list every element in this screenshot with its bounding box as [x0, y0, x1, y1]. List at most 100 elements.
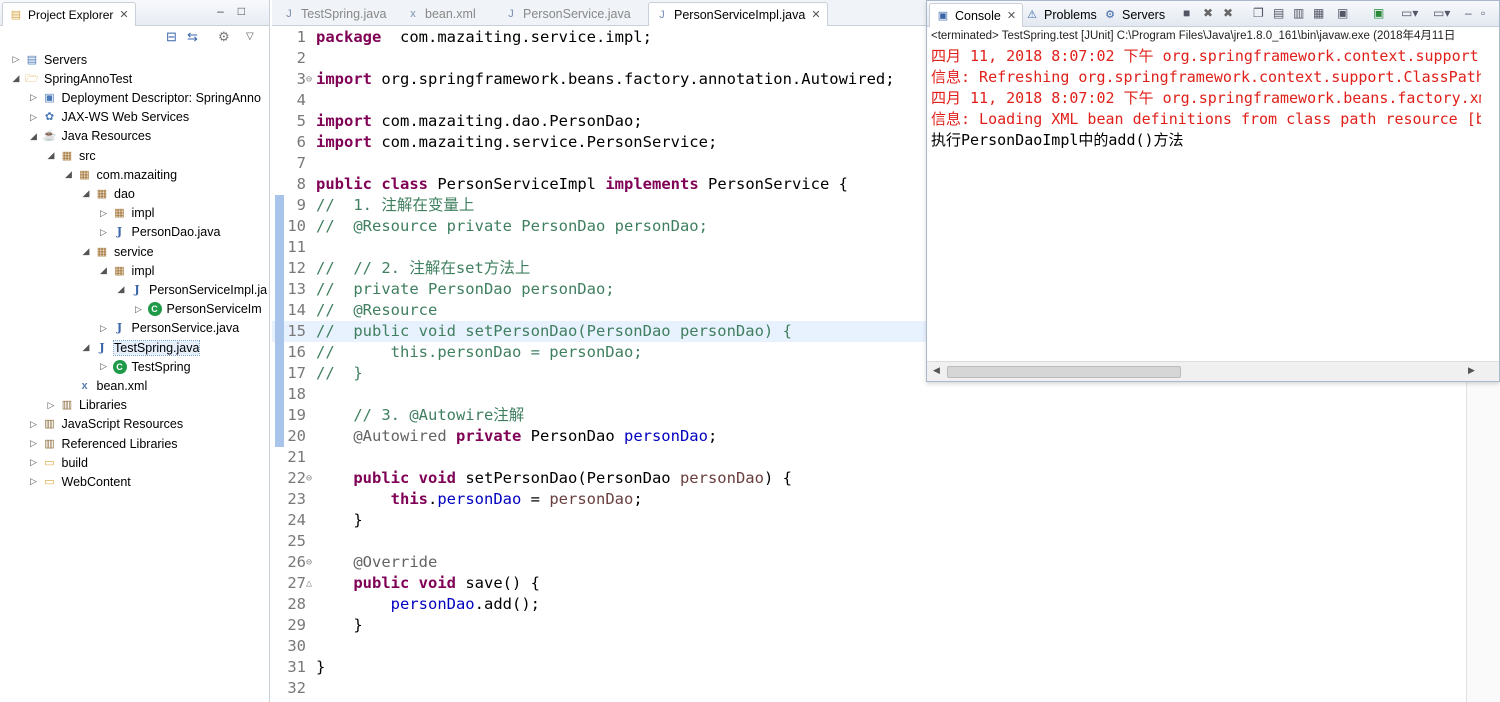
tree-item[interactable]: ◢ ☕ Java Resources — [28, 127, 151, 146]
tree-item[interactable]: ▷ ▭ build — [28, 453, 88, 472]
fold-toggle-icon[interactable]: ⊖ — [306, 69, 312, 90]
expanded-twisty-icon[interactable]: ◢ — [45, 150, 57, 161]
word-wrap-icon[interactable]: ▥ — [1293, 6, 1304, 20]
override-marker-icon[interactable]: △ — [306, 573, 312, 594]
scroll-left-icon[interactable]: ◀ — [933, 365, 940, 376]
display-console-icon[interactable]: ▣ — [1337, 6, 1348, 20]
expanded-twisty-icon[interactable]: ◢ — [28, 131, 40, 142]
minimize-icon[interactable]: – — [1465, 6, 1472, 20]
scroll-right-icon[interactable]: ▶ — [1468, 365, 1475, 376]
code-line: 24 } — [272, 510, 1500, 531]
maximize-icon[interactable]: □ — [238, 4, 259, 18]
tree-item[interactable]: ◢ ▦ dao — [80, 184, 135, 203]
expanded-twisty-icon[interactable]: ◢ — [115, 284, 127, 295]
remove-launch-icon[interactable]: ✖ — [1203, 6, 1213, 20]
link-with-editor-icon[interactable]: ⇆ — [187, 29, 198, 45]
code-line: 29 } — [272, 615, 1500, 636]
display-selected-console-icon[interactable]: ▭▾ — [1401, 6, 1418, 20]
collapsed-twisty-icon[interactable]: ▷ — [10, 54, 22, 65]
editor-tab[interactable]: J PersonServiceImpl.java ✕ — [648, 2, 828, 26]
expanded-twisty-icon[interactable]: ◢ — [80, 188, 92, 199]
tab-project-explorer[interactable]: ▤ Project Explorer ✕ — [2, 2, 136, 26]
tree-item[interactable]: ▷ C PersonServiceIm — [133, 300, 262, 319]
collapse-all-icon[interactable]: ⊟ — [166, 29, 177, 45]
stop-icon[interactable]: ■ — [1183, 6, 1190, 20]
tree-item[interactable]: ▷ ▦ impl — [98, 204, 154, 223]
tree-item[interactable]: ◢ ▦ impl — [98, 261, 154, 280]
tree-item[interactable]: ▷ ▥ Libraries — [45, 396, 127, 415]
explorer-title: Project Explorer — [28, 7, 114, 22]
collapsed-twisty-icon[interactable]: ▷ — [45, 400, 57, 411]
pin-icon[interactable]: ▦ — [1313, 6, 1324, 20]
close-icon[interactable]: ✕ — [1007, 9, 1016, 22]
console-tab[interactable]: ▣ Console ✕ — [929, 3, 1024, 27]
editor-tab[interactable]: J PersonService.java — [498, 2, 637, 26]
collapsed-twisty-icon[interactable]: ▷ — [98, 227, 110, 238]
filter-icon[interactable]: ⚙ — [218, 29, 230, 45]
tree-item[interactable]: ◢ ▦ src — [45, 146, 96, 165]
expanded-twisty-icon[interactable]: ◢ — [63, 169, 75, 180]
close-icon[interactable]: ✕ — [119, 8, 128, 21]
open-console-icon[interactable]: ▣ — [1373, 6, 1384, 20]
code-text: // // 2. 注解在set方法上 — [316, 258, 530, 279]
expanded-twisty-icon[interactable]: ◢ — [80, 342, 92, 353]
scroll-lock-icon[interactable]: ▤ — [1273, 6, 1284, 20]
expanded-twisty-icon[interactable]: ◢ — [80, 246, 92, 257]
tree-item[interactable]: ▷ ▥ Referenced Libraries — [28, 434, 178, 453]
view-menu-icon[interactable]: ▽ — [246, 31, 254, 42]
code-token: com.mazaiting.service.impl; — [381, 28, 652, 46]
editor-tab[interactable]: J TestSpring.java — [276, 2, 392, 26]
tree-item[interactable]: ▷ C TestSpring — [98, 357, 191, 376]
copy-icon[interactable]: ❐ — [1253, 6, 1264, 20]
collapsed-twisty-icon[interactable]: ▷ — [28, 112, 40, 123]
collapsed-twisty-icon[interactable]: ▷ — [28, 92, 40, 103]
expanded-twisty-icon[interactable]: ◢ — [98, 265, 110, 276]
collapsed-twisty-icon[interactable]: ▷ — [28, 438, 40, 449]
new-console-icon[interactable]: ▭▾ — [1433, 6, 1450, 20]
editor-tab-label: PersonServiceImpl.java — [674, 7, 806, 22]
code-token: // 3. @Autowire注解 — [316, 406, 525, 424]
collapsed-twisty-icon[interactable]: ▷ — [98, 323, 110, 334]
tree-item[interactable]: ▷ ▥ JavaScript Resources — [28, 415, 183, 434]
tree-item[interactable]: ◢ J TestSpring.java — [80, 338, 201, 357]
console-tab[interactable]: ⚙ Servers — [1099, 3, 1169, 27]
remove-all-icon[interactable]: ✖ — [1223, 6, 1233, 20]
tree-item[interactable]: ◢ J PersonServiceImpl.ja — [115, 280, 268, 299]
code-line: 18 — [272, 384, 1500, 405]
explorer-window-buttons: –□ — [217, 4, 259, 18]
code-token: . — [427, 490, 438, 508]
code-line: 22 ⊖ public void setPersonDao(PersonDao p… — [272, 468, 1500, 489]
tree-item[interactable]: ◢ 🗁 SpringAnnoTest — [10, 69, 133, 88]
maximize-icon[interactable]: ▫ — [1481, 6, 1485, 20]
code-token: public — [353, 469, 410, 487]
tree-item[interactable]: ▷ J PersonService.java — [98, 319, 239, 338]
close-icon[interactable]: ✕ — [811, 8, 820, 21]
tree-item[interactable]: ▷ ▤ Servers — [10, 50, 88, 69]
collapsed-twisty-icon[interactable]: ▷ — [98, 361, 110, 372]
collapsed-twisty-icon[interactable]: ▷ — [133, 304, 145, 315]
minimize-icon[interactable]: – — [217, 4, 238, 18]
console-horizontal-scrollbar[interactable]: ◀ ▶ — [927, 361, 1499, 381]
fold-toggle-icon[interactable]: ⊖ — [306, 552, 312, 573]
code-line: 21 — [272, 447, 1500, 468]
console-output[interactable]: <terminated> TestSpring.test [JUnit] C:\… — [927, 25, 1481, 359]
editor-tab[interactable]: x bean.xml — [400, 2, 482, 26]
collapsed-twisty-icon[interactable]: ▷ — [28, 476, 40, 487]
code-token: setPersonDao(PersonDao — [456, 469, 680, 487]
scrollbar-thumb[interactable] — [947, 366, 1181, 378]
collapsed-twisty-icon[interactable]: ▷ — [98, 208, 110, 219]
collapsed-twisty-icon[interactable]: ▷ — [28, 419, 40, 430]
tree-item[interactable]: ▷ ✿ JAX-WS Web Services — [28, 108, 189, 127]
tree-item[interactable]: ◢ ▦ service — [80, 242, 154, 261]
expanded-twisty-icon[interactable]: ◢ — [10, 73, 22, 84]
tree-item[interactable]: ▷ ▭ WebContent — [28, 472, 131, 491]
tree-item[interactable]: x bean.xml — [63, 376, 147, 395]
package-icon: ▦ — [79, 168, 90, 181]
console-tab[interactable]: ⚠ Problems — [1021, 3, 1101, 27]
tree-item[interactable]: ◢ ▦ com.mazaiting — [63, 165, 177, 184]
tree-item[interactable]: ▷ ▣ Deployment Descriptor: SpringAnno — [28, 88, 261, 107]
fold-toggle-icon[interactable]: ⊖ — [306, 468, 312, 489]
collapsed-twisty-icon[interactable]: ▷ — [28, 457, 40, 468]
folder-icon: ▭ — [44, 456, 55, 469]
tree-item[interactable]: ▷ J PersonDao.java — [98, 223, 220, 242]
